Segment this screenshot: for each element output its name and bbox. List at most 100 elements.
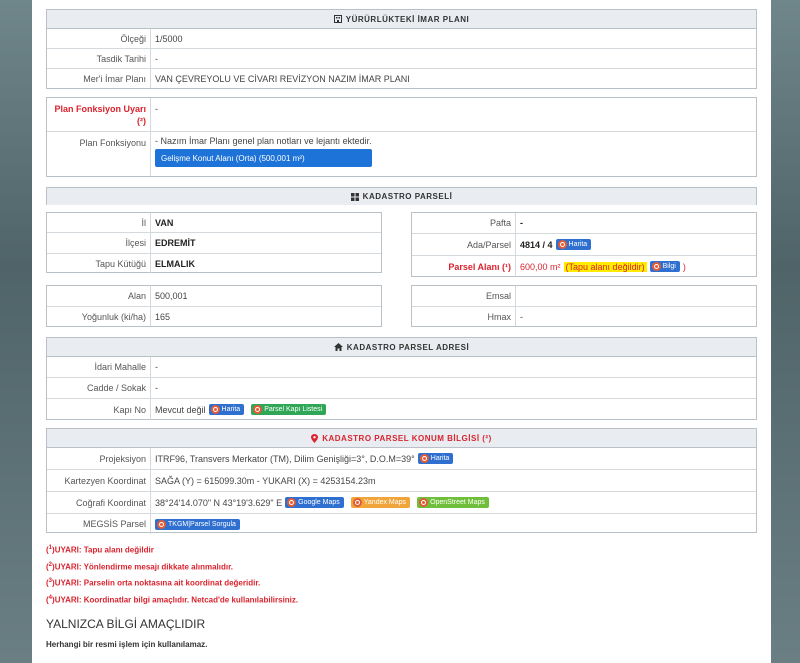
hmax-value: - xyxy=(520,311,523,322)
warning-note: (2)UYARI: Yönlendirme mesajı dikkate alı… xyxy=(46,561,233,572)
search-icon xyxy=(157,519,166,529)
ada-parsel-harita-button[interactable]: Harita xyxy=(555,239,592,250)
cografi-label: Coğrafi Koordinat xyxy=(47,492,151,513)
tasdik-value: - xyxy=(155,53,158,64)
map-pin-icon xyxy=(210,405,220,414)
warning-note: (4)UYARI: Koordinatlar bilgi amaçlıdır. … xyxy=(46,594,299,605)
plan-fonksiyon-table: Plan Fonksiyon Uyarı (²) - Plan Fonksiyo… xyxy=(46,97,757,177)
imar-plani-table: YÜRÜRLÜKTEKİ İMAR PLANI Ölçeği 1/5000 Ta… xyxy=(46,9,757,89)
imar-plani-title: YÜRÜRLÜKTEKİ İMAR PLANI xyxy=(345,14,470,24)
cadde-label: Cadde / Sokak xyxy=(47,378,151,398)
tapu-uyari-badge: (Tapu alanı değildir) xyxy=(563,261,647,272)
alan-value: 500,001 xyxy=(155,291,188,301)
plan-fonksiyon-note: - Nazım İmar Planı genel plan notları ve… xyxy=(155,136,372,146)
plan-fonksiyon-label: Plan Fonksiyonu xyxy=(47,132,151,176)
location-pin-icon xyxy=(311,433,319,443)
meri-plan-value: VAN ÇEVREYOLU VE CİVARI REVİZYON NAZIM İ… xyxy=(155,73,410,84)
table-row: Cadde / Sokak - xyxy=(47,378,756,399)
table-row: MEGSİS Parsel TKGM|Parsel Sorgula xyxy=(47,514,756,534)
table-row: Emsal xyxy=(412,286,756,307)
ada-parsel-value: 4814 / 4 xyxy=(520,239,553,250)
parsel-kapi-listesi-button[interactable]: Parsel Kapı Listesi xyxy=(251,404,327,415)
table-row: Plan Fonksiyonu - Nazım İmar Planı genel… xyxy=(47,132,756,176)
parsel-konum-table: KADASTRO PARSEL KONUM BİLGİSİ (²) Projek… xyxy=(46,428,757,534)
meri-plan-label: Mer'i İmar Planı xyxy=(47,69,151,88)
emsal-value xyxy=(516,286,520,306)
projeksiyon-value: ITRF96, Transvers Merkator (TM), Dilim G… xyxy=(155,453,415,464)
list-icon xyxy=(253,405,263,414)
disclaimer-title: YALNIZCA BİLGİ AMAÇLIDIR xyxy=(46,617,206,631)
table-row: Yoğunluk (ki/ha) 165 xyxy=(47,307,381,326)
plan-uyari-label: Plan Fonksiyon Uyarı (²) xyxy=(47,98,151,131)
olcek-value: 1/5000 xyxy=(155,33,183,44)
map-pin-icon xyxy=(287,498,297,507)
kartezyen-value: SAĞA (Y) = 615099.30m - YUKARI (X) = 425… xyxy=(155,475,376,486)
parsel-adres-table: KADASTRO PARSEL ADRESİ İdari Mahalle - C… xyxy=(46,337,757,420)
plan-uyari-value: - xyxy=(155,104,158,114)
table-row: Plan Fonksiyon Uyarı (²) - xyxy=(47,98,756,132)
parsel-alani-value: 600,00 m² xyxy=(520,261,561,272)
yandex-maps-button[interactable]: Yandex Maps xyxy=(350,497,411,508)
table-row: Mer'i İmar Planı VAN ÇEVREYOLU VE CİVARI… xyxy=(47,69,756,88)
info-icon xyxy=(651,262,661,271)
yogunluk-label: Yoğunluk (ki/ha) xyxy=(47,307,151,326)
map-pin-icon xyxy=(352,498,362,507)
kapi-no-label: Kapı No xyxy=(47,399,151,420)
map-pin-icon xyxy=(419,498,429,507)
building-icon xyxy=(333,15,342,23)
kartezyen-label: Kartezyen Koordinat xyxy=(47,470,151,491)
olcek-label: Ölçeği xyxy=(47,29,151,48)
table-row: Projeksiyon ITRF96, Transvers Merkator (… xyxy=(47,448,756,470)
kadastro-parseli-header: KADASTRO PARSELİ xyxy=(47,188,756,205)
table-row: İl VAN xyxy=(47,213,381,233)
table-row: Coğrafi Koordinat 38°24'14.070" N 43°19'… xyxy=(47,492,756,514)
parsel-alani-label: Parsel Alanı (¹) xyxy=(412,256,516,277)
tapu-kutugu-value: ELMALIK xyxy=(155,258,195,269)
google-maps-button[interactable]: Google Maps xyxy=(285,497,344,508)
map-pin-icon xyxy=(557,240,567,249)
cografi-value: 38°24'14.070" N 43°19'3.629" E xyxy=(155,497,283,508)
ilce-value: EDREMİT xyxy=(155,238,196,248)
kadastro-parseli-title: KADASTRO PARSELİ xyxy=(362,192,453,201)
parsel-adres-header: KADASTRO PARSEL ADRESİ xyxy=(47,338,756,357)
mahalle-label: İdari Mahalle xyxy=(47,357,151,377)
emsal-table: Emsal Hmax - xyxy=(411,285,757,327)
pafta-label: Pafta xyxy=(412,213,516,233)
projeksiyon-harita-button[interactable]: Harita xyxy=(417,453,454,464)
warning-notes: (1)UYARI: Tapu alanı değildir (2)UYARI: … xyxy=(46,541,298,608)
hmax-label: Hmax xyxy=(412,307,516,326)
tkgm-parsel-sorgula-button[interactable]: TKGM|Parsel Sorgula xyxy=(155,518,240,530)
table-row: Kapı No Mevcut değil Harita Parsel Kapı … xyxy=(47,399,756,420)
tapu-kutugu-label: Tapu Kütüğü xyxy=(47,254,151,273)
parsel-bilgi-button[interactable]: Bilgi xyxy=(649,261,680,272)
map-pin-icon xyxy=(419,454,429,463)
gelisme-konut-button[interactable]: Gelişme Konut Alanı (Orta) (500,001 m²) xyxy=(155,149,372,167)
parsel-konum-title: KADASTRO PARSEL KONUM BİLGİSİ (²) xyxy=(322,433,492,443)
table-row: Hmax - xyxy=(412,307,756,326)
table-row: Kartezyen Koordinat SAĞA (Y) = 615099.30… xyxy=(47,470,756,492)
table-row: Tasdik Tarihi - xyxy=(47,49,756,69)
emsal-label: Emsal xyxy=(412,286,516,306)
table-row: Tapu Kütüğü ELMALIK xyxy=(47,254,381,273)
ada-parsel-label: Ada/Parsel xyxy=(412,234,516,255)
parsel-adres-title: KADASTRO PARSEL ADRESİ xyxy=(346,342,470,352)
kadastro-right-table: Pafta - Ada/Parsel 4814 / 4 Harita Parse… xyxy=(411,212,757,277)
alan-table: Alan 500,001 Yoğunluk (ki/ha) 165 xyxy=(46,285,382,327)
table-row: İdari Mahalle - xyxy=(47,357,756,378)
warning-note: (1)UYARI: Tapu alanı değildir xyxy=(46,545,154,555)
table-row: İlçesi EDREMİT xyxy=(47,233,381,254)
parsel-konum-header: KADASTRO PARSEL KONUM BİLGİSİ (²) xyxy=(47,429,756,448)
mahalle-value: - xyxy=(155,362,158,372)
kadastro-left-table: İl VAN İlçesi EDREMİT Tapu Kütüğü ELMALI… xyxy=(46,212,382,273)
imar-plani-header: YÜRÜRLÜKTEKİ İMAR PLANI xyxy=(47,10,756,29)
kapi-harita-button[interactable]: Harita xyxy=(208,404,245,415)
table-row: Alan 500,001 xyxy=(47,286,381,307)
grid-icon xyxy=(350,192,359,201)
table-row: Parsel Alanı (¹) 600,00 m² (Tapu alanı d… xyxy=(412,256,756,277)
il-label: İl xyxy=(47,213,151,232)
ilce-label: İlçesi xyxy=(47,233,151,253)
table-row: Ölçeği 1/5000 xyxy=(47,29,756,49)
il-value: VAN xyxy=(155,217,174,228)
warning-note: (3)UYARI: Parselin orta noktasına ait ko… xyxy=(46,578,261,588)
openstreet-maps-button[interactable]: OpenStreet Maps xyxy=(417,497,489,508)
